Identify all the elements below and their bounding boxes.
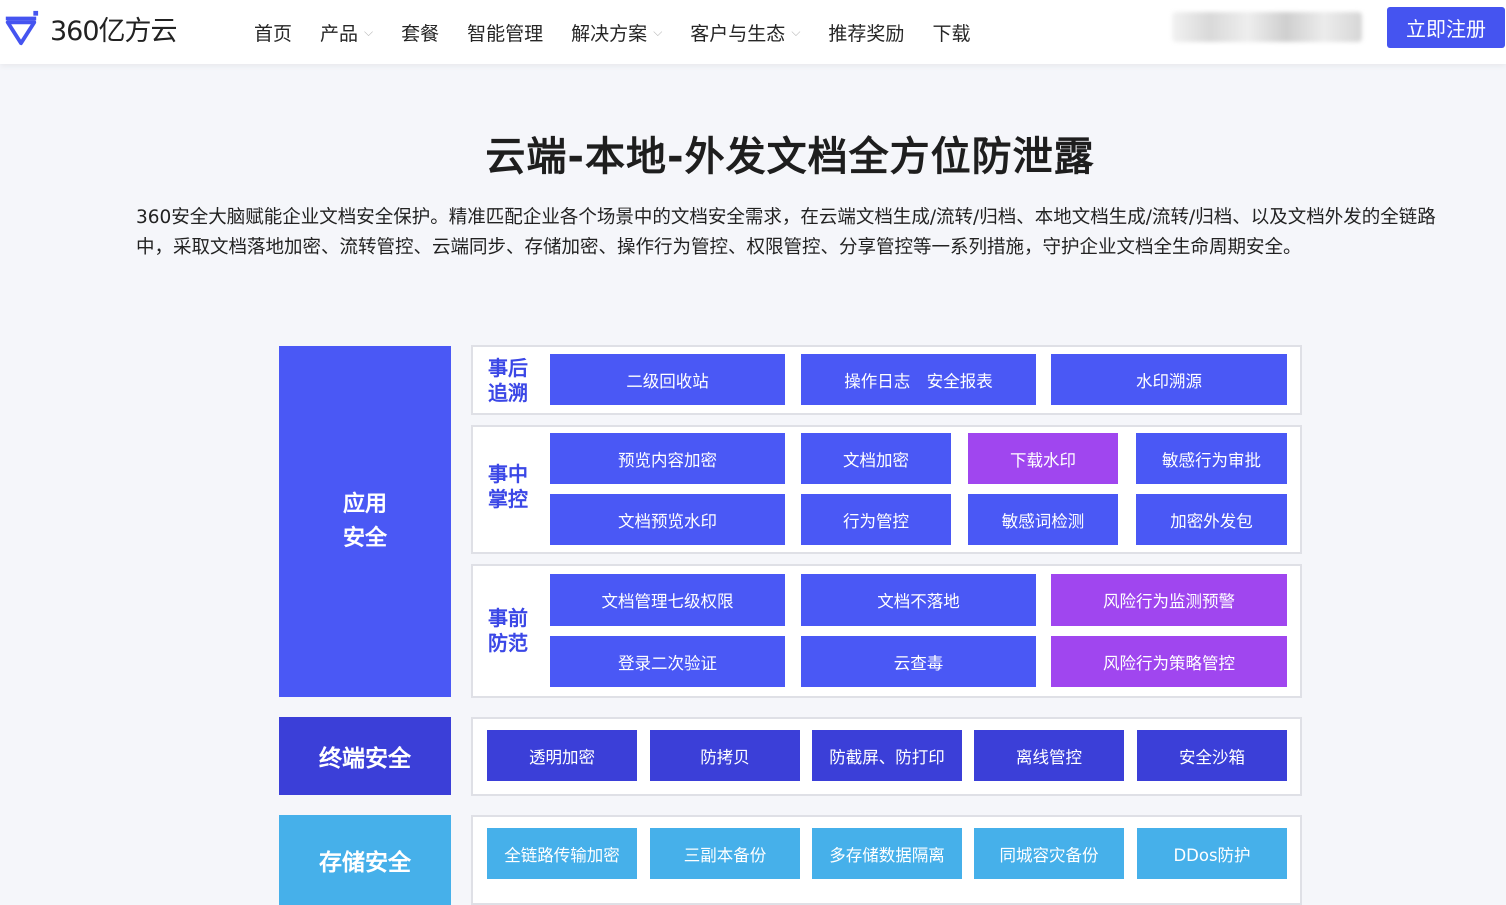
feature-item: 安全沙箱 <box>1137 730 1287 781</box>
feature-item: 文档加密 <box>801 433 951 484</box>
feature-item: 文档管理七级权限 <box>550 574 785 626</box>
chevron-down-icon: ⌵ <box>791 24 801 39</box>
feature-item: 防截屏、防打印 <box>812 730 962 781</box>
nav-label: 推荐奖励 <box>828 22 905 45</box>
nav-label: 套餐 <box>401 22 440 45</box>
group-label-line: 追溯 <box>488 381 528 405</box>
category-terminal-security: 终端安全 <box>279 717 451 795</box>
nav-item-referral-rewards[interactable]: 推荐奖励 <box>828 19 904 46</box>
nav-label: 产品 <box>320 22 359 45</box>
category-label: 安全 <box>342 525 387 551</box>
cloud-logo-icon <box>5 10 39 46</box>
group-label-line: 掌控 <box>488 487 528 511</box>
feature-item: 加密外发包 <box>1136 494 1287 545</box>
group-label-line: 事前 <box>488 606 528 630</box>
feature-item: 敏感行为审批 <box>1136 433 1287 484</box>
chevron-down-icon: ⌵ <box>364 24 374 39</box>
nav-item-products[interactable]: 产品 ⌵ <box>320 19 373 46</box>
nav-label: 智能管理 <box>467 22 544 45</box>
group-label-line: 事中 <box>488 462 528 486</box>
nav-label: 解决方案 <box>571 22 648 45</box>
nav-item-solutions[interactable]: 解决方案 ⌵ <box>571 19 662 46</box>
feature-item: 三副本备份 <box>650 828 800 879</box>
group-label: 事后 追溯 <box>488 356 528 406</box>
feature-item: 风险行为监测预警 <box>1051 574 1287 626</box>
top-nav-bar: 360亿方云 首页 产品 ⌵ 套餐 智能管理 解决方案 ⌵ 客户与生态 ⌵ 推荐… <box>0 0 1506 64</box>
feature-item: 二级回收站 <box>550 354 785 405</box>
feature-item: 下载水印 <box>968 433 1118 484</box>
nav-label: 首页 <box>254 22 293 45</box>
feature-item: 敏感词检测 <box>968 494 1118 545</box>
brand-name: 360亿方云 <box>50 15 178 47</box>
blurred-phone-number <box>1172 12 1362 42</box>
group-label-line: 防范 <box>488 631 528 655</box>
group-label: 事中 掌控 <box>488 462 528 512</box>
chevron-down-icon: ⌵ <box>653 24 663 39</box>
nav-item-customers-ecosystem[interactable]: 客户与生态 ⌵ <box>690 19 800 46</box>
feature-item: DDos防护 <box>1137 828 1287 879</box>
brand-logo[interactable]: 360亿方云 <box>2 8 178 48</box>
feature-item: 防拷贝 <box>650 730 800 781</box>
category-app-security: 应用 安全 <box>279 346 451 697</box>
feature-item: 全链路传输加密 <box>487 828 637 879</box>
category-storage-security: 存储安全 <box>279 815 451 905</box>
feature-item: 水印溯源 <box>1051 354 1287 405</box>
feature-item: 风险行为策略管控 <box>1051 636 1287 687</box>
feature-item: 预览内容加密 <box>550 433 785 484</box>
feature-item: 行为管控 <box>801 494 951 545</box>
feature-item: 同城容灾备份 <box>974 828 1124 879</box>
feature-item: 离线管控 <box>974 730 1124 781</box>
nav-label: 客户与生态 <box>690 22 786 45</box>
category-label: 应用 <box>342 491 387 517</box>
group-label-line: 事后 <box>488 356 528 380</box>
page-description: 360安全大脑赋能企业文档安全保护。精准匹配企业各个场景中的文档安全需求，在云端… <box>136 207 1436 258</box>
main-nav: 首页 产品 ⌵ 套餐 智能管理 解决方案 ⌵ 客户与生态 ⌵ 推荐奖励 下载 <box>254 0 998 64</box>
feature-item: 多存储数据隔离 <box>812 828 962 879</box>
nav-item-download[interactable]: 下载 <box>932 19 970 46</box>
feature-item: 操作日志 安全报表 <box>801 354 1036 405</box>
nav-label: 下载 <box>932 22 971 45</box>
feature-item: 登录二次验证 <box>550 636 785 687</box>
nav-item-smart-management[interactable]: 智能管理 <box>467 19 543 46</box>
nav-item-home[interactable]: 首页 <box>254 19 292 46</box>
feature-item: 文档预览水印 <box>550 494 785 545</box>
feature-item: 云查毒 <box>801 636 1036 687</box>
register-button[interactable]: 立即注册 <box>1387 7 1505 48</box>
group-label: 事前 防范 <box>488 606 528 656</box>
feature-item: 文档不落地 <box>801 574 1036 626</box>
page-title: 云端-本地-外发文档全方位防泄露 <box>485 134 1095 180</box>
nav-item-plans[interactable]: 套餐 <box>401 19 439 46</box>
feature-item: 透明加密 <box>487 730 637 781</box>
